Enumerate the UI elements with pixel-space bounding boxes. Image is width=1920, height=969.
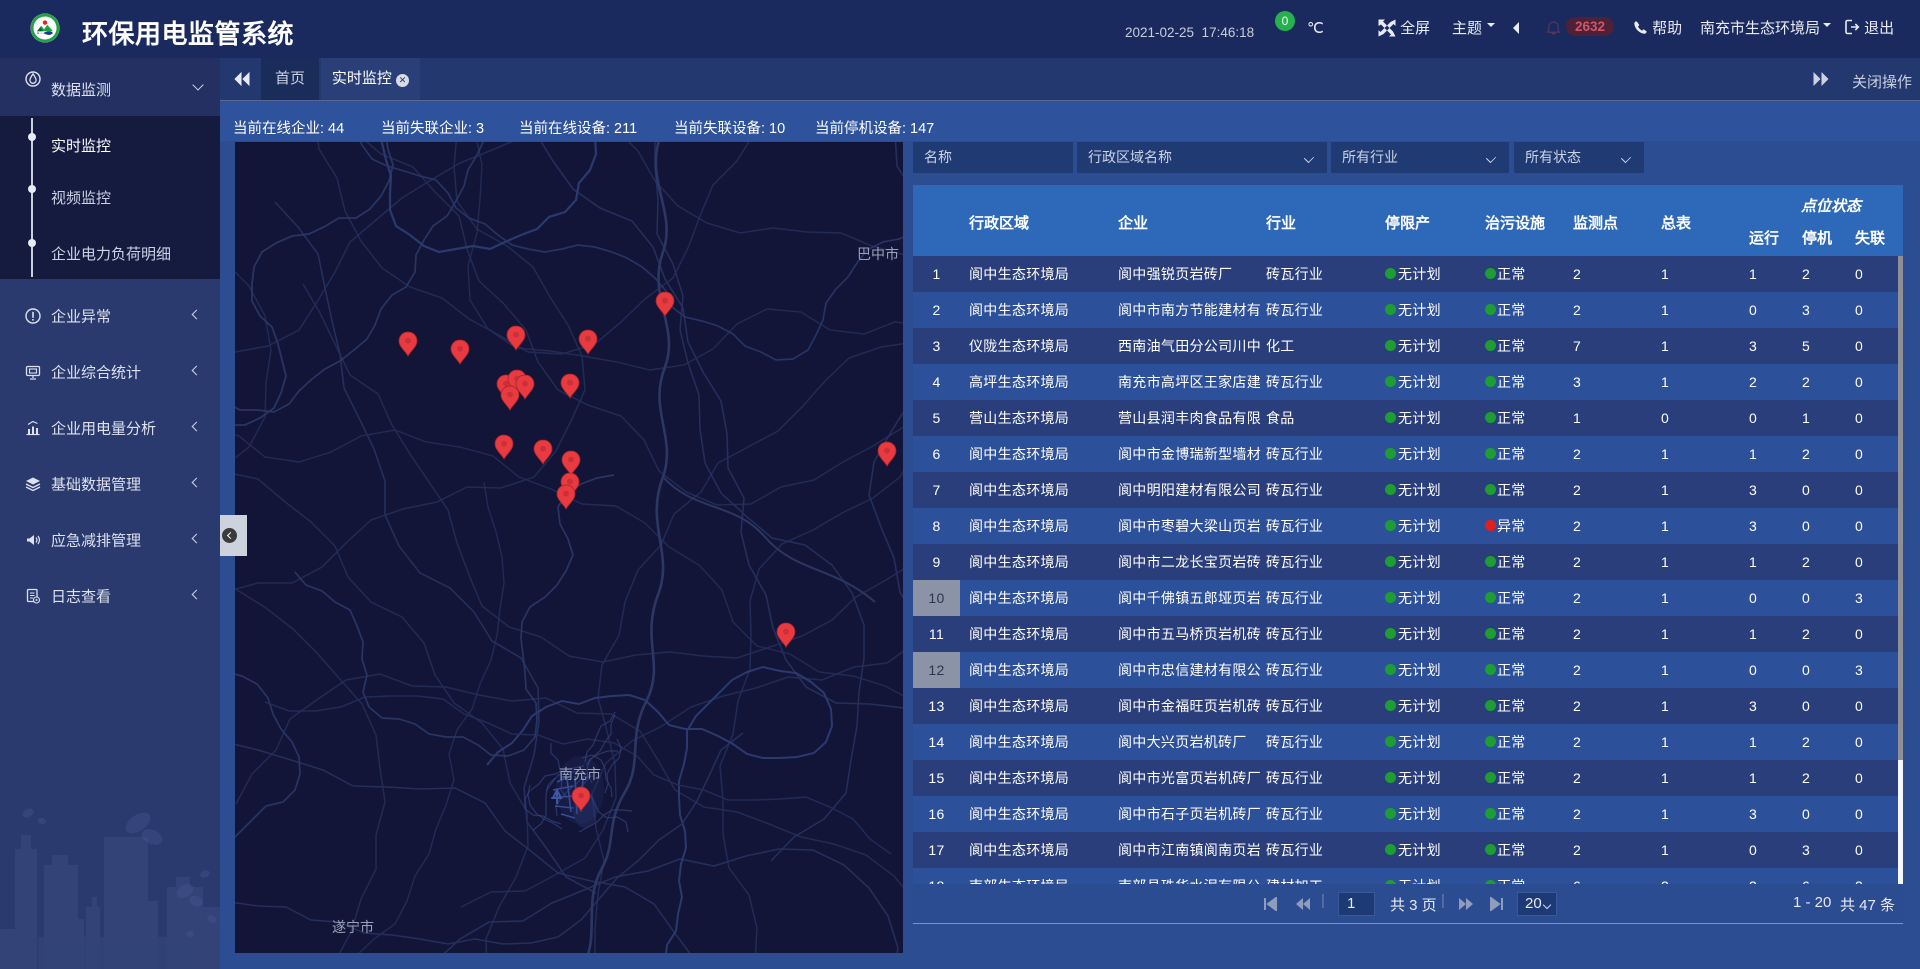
svg-text:南充市: 南充市 — [559, 766, 601, 782]
svg-text:遂宁市: 遂宁市 — [332, 919, 374, 935]
svg-text:巴中市: 巴中市 — [857, 246, 899, 262]
